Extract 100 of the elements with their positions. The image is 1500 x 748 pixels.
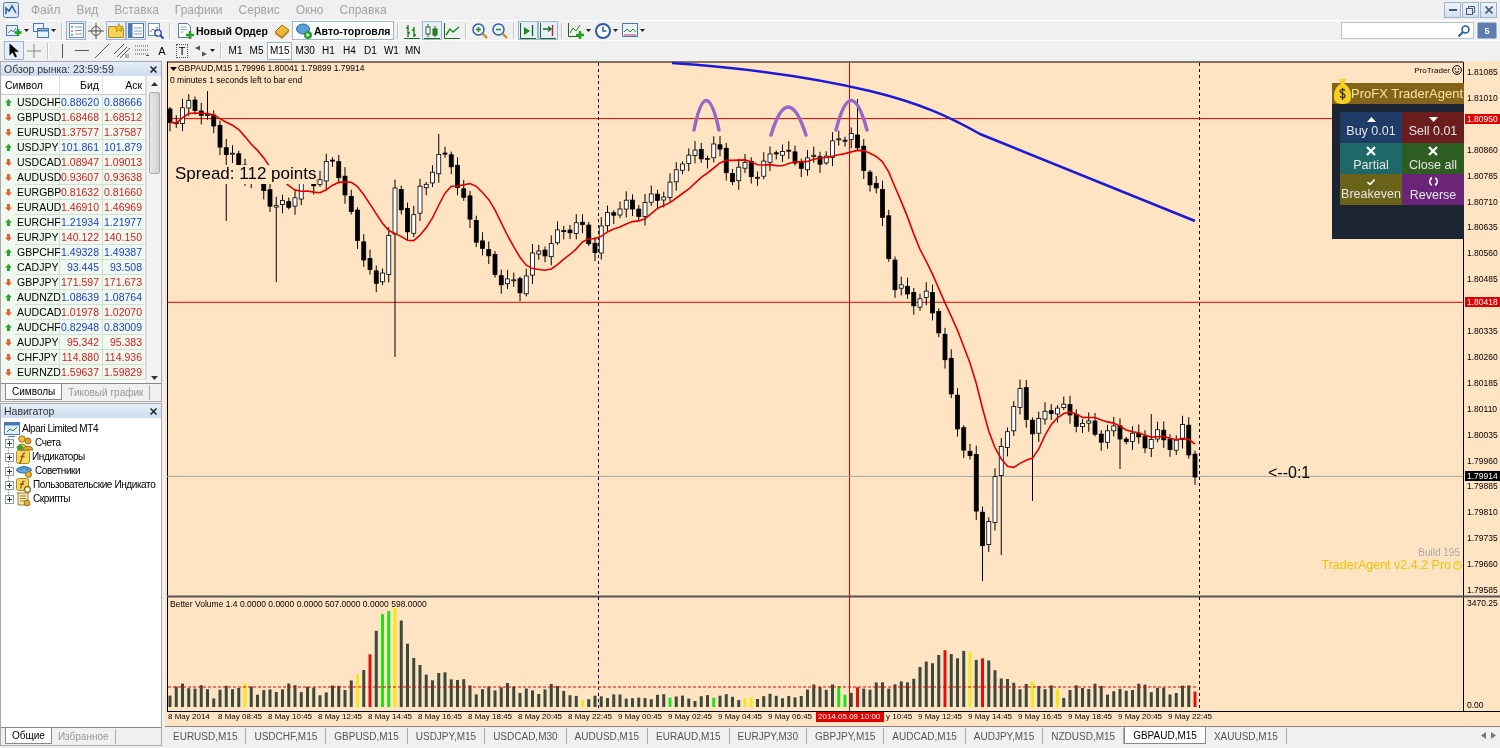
close-icon[interactable] [150,407,157,415]
tree-item[interactable]: Индикаторы [32,450,85,464]
timeframe-button[interactable]: M30 [292,41,318,60]
cursor-icon [8,43,20,58]
table-row[interactable]: AUDUSD0.93607 0.93638 [1,170,146,185]
chart-tab[interactable]: XAUUSD,M15 [1205,728,1287,744]
auto-trading-button[interactable]: Авто-торговля [292,21,395,40]
tree-item[interactable]: Пользовательские Индикато [33,478,156,492]
candlestick-button[interactable] [422,21,443,40]
timeframe-button[interactable]: MN [401,41,424,60]
caret-icon [613,29,619,32]
table-row[interactable]: USDCAD1.08947 1.09013 [1,155,146,170]
tester-button[interactable] [146,21,166,40]
timeframe-button[interactable]: M5 [246,41,267,60]
buy-button[interactable]: Buy 0.01 [1340,112,1402,143]
table-row[interactable]: USDJPY 101.861 101.879 [1,140,146,155]
scrollbar-thumb[interactable] [148,92,160,174]
navigator-button[interactable] [106,21,126,40]
tree-item[interactable]: Советники [35,464,81,478]
tree-item[interactable]: Счета [35,436,61,450]
table-row[interactable]: EURCHF1.21934 1.21977 [1,215,146,230]
chart-tab[interactable]: AUDCAD,M15 [884,728,966,744]
line-chart-button[interactable] [442,21,463,40]
arc-shape[interactable] [834,98,869,132]
restore-button[interactable] [1462,2,1479,18]
expand-icon[interactable] [5,480,14,490]
periods-button[interactable] [593,21,621,40]
reverse-button[interactable]: Reverse [1402,174,1464,205]
chart-tab[interactable]: GBPUSD,M15 [326,728,408,744]
minimize-button[interactable] [1444,2,1461,18]
table-row[interactable]: USDCHF0.88620 0.88666 [1,95,146,110]
table-row[interactable]: EURUSD1.37577 1.37587 [1,125,146,140]
search-icon[interactable] [1458,24,1470,37]
table-row[interactable]: GBPUSD1.68468 1.68512 [1,110,146,125]
expand-icon[interactable] [5,494,14,504]
chart-tab[interactable]: USDCAD,M30 [485,728,567,744]
search-field[interactable] [1341,22,1474,39]
timeframe-button[interactable]: W1 [380,41,402,60]
expand-icon[interactable] [5,452,14,462]
chart-tab[interactable]: AUDUSD,M15 [566,728,649,744]
data-window-button[interactable] [86,21,106,40]
timeframe-button[interactable]: D1 [359,41,381,60]
tab[interactable]: Общие [5,728,52,744]
cursor-tool-button[interactable] [4,41,24,60]
table-row[interactable]: AUDJPY 95.342 95.383 [1,335,146,350]
timeframe-button[interactable]: M1 [225,41,246,60]
sell-button[interactable]: Sell 0.01 [1402,112,1464,143]
table-row[interactable]: CADJPY 93.445 93.508 [1,260,146,275]
chart-tab[interactable]: EURUSD,M15 [165,728,247,744]
expand-icon[interactable] [5,466,14,476]
expand-icon[interactable] [5,438,14,448]
scroll-down-icon[interactable] [150,376,158,380]
close-icon[interactable] [150,65,157,73]
timeframe-button[interactable]: H1 [317,41,339,60]
market-watch-button[interactable] [66,21,86,40]
table-row[interactable]: GBPCHF1.49328 1.49387 [1,245,146,260]
auto-scroll-button[interactable] [518,21,539,40]
templates-button[interactable] [620,21,648,40]
profiles-button[interactable] [31,21,58,40]
table-row[interactable]: GBPJPY 171.597 171.673 [1,275,146,290]
trend-line-tool-button[interactable] [92,41,112,60]
table-row[interactable]: AUDCHF0.82948 0.83009 [1,320,146,335]
messages-button[interactable]: 5 [1477,22,1497,39]
table-row[interactable]: EURGBP0.81632 0.81660 [1,185,146,200]
tab[interactable]: Символы [5,384,63,400]
indicators-button[interactable] [566,21,594,40]
terminal-button[interactable] [126,21,146,40]
close-button[interactable] [1480,2,1497,18]
scroll-up-icon[interactable] [150,82,158,86]
chart-tab[interactable]: EURJPY,M30 [729,728,807,744]
table-row[interactable]: EURNZD1.59637 1.59829 [1,365,146,380]
column-header[interactable]: Символ [1,76,60,94]
chart-tab[interactable]: EURAUD,M15 [648,728,730,744]
scroll-right-icon[interactable] [1491,732,1496,739]
chart-tab[interactable]: AUDJPY,M15 [965,728,1044,744]
timeframe-button[interactable]: H4 [338,41,360,60]
partial-button[interactable]: Partial [1340,143,1402,174]
chart-tab[interactable]: GBPJPY,M15 [806,728,885,744]
chart-tab[interactable]: USDJPY,M15 [407,728,486,744]
table-row[interactable]: EURJPY 140.122 140.150 [1,230,146,245]
table-row[interactable]: AUDCAD1.01978 1.02070 [1,305,146,320]
breakeven-button[interactable]: Breakeven [1340,174,1402,205]
caret-icon [586,29,592,32]
scrollbar[interactable] [146,76,161,383]
chart-tab[interactable]: GBPAUD,M15 [1124,727,1206,744]
scroll-left-icon[interactable] [1481,732,1486,739]
chart-tab[interactable]: USDCHF,M15 [246,728,327,744]
timeframe-button[interactable]: M15 [267,41,293,60]
chart-shift-button[interactable] [538,21,559,40]
column-header[interactable]: Бид [60,76,103,94]
scroll-end-icon [520,22,537,39]
time-tag: 2014.05.09 10:00 [816,712,884,722]
table-row[interactable]: EURAUD1.46910 1.46969 [1,200,146,215]
text-tool-button[interactable]: A [152,41,172,60]
tree-item[interactable]: Скрипты [33,492,71,506]
table-row[interactable]: AUDNZD1.08639 1.08764 [1,290,146,305]
time-label: 9 May 12:45 [917,712,964,722]
close-all-button[interactable]: Close all [1402,143,1464,174]
tree-item[interactable]: Alpari Limited MT4 [22,422,99,436]
table-row[interactable]: CHFJPY 114.880 114.936 [1,350,146,365]
